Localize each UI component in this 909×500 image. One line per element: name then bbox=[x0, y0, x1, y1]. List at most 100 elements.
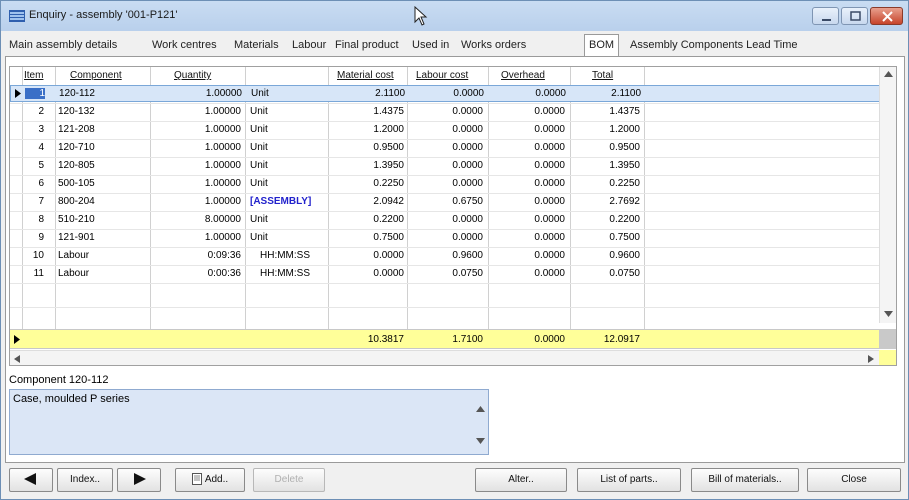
cell-unit[interactable]: Unit bbox=[250, 214, 268, 225]
cell-total[interactable]: 1.3950 bbox=[570, 160, 640, 171]
tab-bom[interactable]: BOM bbox=[584, 34, 620, 57]
cell-unit[interactable]: [ASSEMBLY] bbox=[250, 196, 311, 207]
cell-overhead[interactable]: 0.0000 bbox=[488, 178, 565, 189]
table-row[interactable]: 8 510-210 8.00000 Unit 0.2200 0.0000 0.0… bbox=[10, 212, 880, 229]
cell-overhead[interactable]: 0.0000 bbox=[488, 196, 565, 207]
tab-used-in[interactable]: Used in bbox=[408, 37, 453, 56]
table-row[interactable]: 5 120-805 1.00000 Unit 1.3950 0.0000 0.0… bbox=[10, 158, 880, 175]
cell-labour-cost[interactable]: 0.0750 bbox=[407, 268, 483, 279]
close-window-button[interactable] bbox=[870, 7, 903, 25]
next-button[interactable] bbox=[117, 468, 161, 492]
cell-material-cost[interactable]: 0.7500 bbox=[328, 232, 404, 243]
cell-item[interactable]: 11 bbox=[24, 268, 44, 279]
table-row[interactable]: 10 Labour 0:09:36 HH:MM:SS 0.0000 0.9600… bbox=[10, 248, 880, 265]
cell-material-cost[interactable]: 1.4375 bbox=[328, 106, 404, 117]
grid-horizontal-scrollbar[interactable] bbox=[10, 350, 880, 365]
cell-material-cost[interactable]: 0.2200 bbox=[328, 214, 404, 225]
cell-item[interactable]: 3 bbox=[24, 124, 44, 135]
table-row[interactable]: 6 500-105 1.00000 Unit 0.2250 0.0000 0.0… bbox=[10, 176, 880, 193]
scroll-up-icon[interactable] bbox=[884, 71, 893, 77]
cell-total[interactable]: 0.7500 bbox=[570, 232, 640, 243]
cell-material-cost[interactable]: 2.1100 bbox=[329, 88, 405, 99]
table-row[interactable]: 9 121-901 1.00000 Unit 0.7500 0.0000 0.0… bbox=[10, 230, 880, 247]
cell-component[interactable]: 800-204 bbox=[58, 196, 95, 207]
cell-component[interactable]: 120-710 bbox=[58, 142, 95, 153]
scroll-left-icon[interactable] bbox=[14, 355, 20, 363]
cell-material-cost[interactable]: 0.9500 bbox=[328, 142, 404, 153]
cell-quantity[interactable]: 1.00000 bbox=[150, 160, 241, 171]
cell-total[interactable]: 0.9600 bbox=[570, 250, 640, 261]
cell-quantity[interactable]: 1.00000 bbox=[150, 232, 241, 243]
cell-component[interactable]: 120-805 bbox=[58, 160, 95, 171]
cell-quantity[interactable]: 1.00000 bbox=[150, 178, 241, 189]
add-button[interactable]: Add.. bbox=[175, 468, 245, 492]
cell-quantity[interactable]: 1.00000 bbox=[150, 124, 241, 135]
cell-overhead[interactable]: 0.0000 bbox=[488, 268, 565, 279]
cell-labour-cost[interactable]: 0.9600 bbox=[407, 250, 483, 261]
cell-material-cost[interactable]: 1.2000 bbox=[328, 124, 404, 135]
cell-labour-cost[interactable]: 0.6750 bbox=[407, 196, 483, 207]
cell-unit[interactable]: Unit bbox=[250, 124, 268, 135]
cell-item[interactable]: 4 bbox=[24, 142, 44, 153]
bill-of-materials-button[interactable]: Bill of materials.. bbox=[691, 468, 799, 492]
cell-overhead[interactable]: 0.0000 bbox=[488, 232, 565, 243]
cell-overhead[interactable]: 0.0000 bbox=[489, 88, 566, 99]
scroll-down-icon[interactable] bbox=[884, 311, 893, 317]
cell-overhead[interactable]: 0.0000 bbox=[488, 142, 565, 153]
cell-item[interactable]: 5 bbox=[24, 160, 44, 171]
cell-total[interactable]: 1.4375 bbox=[570, 106, 640, 117]
cell-overhead[interactable]: 0.0000 bbox=[488, 160, 565, 171]
list-of-parts-button[interactable]: List of parts.. bbox=[577, 468, 681, 492]
cell-item[interactable]: 7 bbox=[24, 196, 44, 207]
cell-material-cost[interactable]: 0.2250 bbox=[328, 178, 404, 189]
column-header-total[interactable]: Total bbox=[592, 70, 613, 81]
table-row[interactable]: 4 120-710 1.00000 Unit 0.9500 0.0000 0.0… bbox=[10, 140, 880, 157]
cell-quantity[interactable]: 1.00000 bbox=[151, 88, 242, 99]
cell-component[interactable]: 121-208 bbox=[58, 124, 95, 135]
scroll-down-icon[interactable] bbox=[476, 438, 485, 444]
cell-material-cost[interactable]: 2.0942 bbox=[328, 196, 404, 207]
component-description-box[interactable]: Case, moulded P series bbox=[9, 389, 489, 455]
cell-labour-cost[interactable]: 0.0000 bbox=[407, 142, 483, 153]
table-row[interactable]: 7 800-204 1.00000 [ASSEMBLY] 2.0942 0.67… bbox=[10, 194, 880, 211]
tab-final-product[interactable]: Final product bbox=[331, 37, 403, 56]
cell-labour-cost[interactable]: 0.0000 bbox=[407, 124, 483, 135]
cell-overhead[interactable]: 0.0000 bbox=[488, 106, 565, 117]
cell-overhead[interactable]: 0.0000 bbox=[488, 124, 565, 135]
column-header-material-cost[interactable]: Material cost bbox=[337, 70, 394, 81]
cell-total[interactable]: 2.1100 bbox=[571, 88, 641, 99]
close-button[interactable]: Close bbox=[807, 468, 901, 492]
table-row[interactable]: 1 120-112 1.00000 Unit 2.1100 0.0000 0.0… bbox=[10, 85, 880, 102]
cell-overhead[interactable]: 0.0000 bbox=[488, 214, 565, 225]
cell-total[interactable]: 0.0750 bbox=[570, 268, 640, 279]
grid-vertical-scrollbar[interactable] bbox=[879, 67, 896, 323]
cell-total[interactable]: 1.2000 bbox=[570, 124, 640, 135]
cell-quantity[interactable]: 1.00000 bbox=[150, 142, 241, 153]
tab-materials[interactable]: Materials bbox=[230, 37, 283, 56]
cell-unit[interactable]: Unit bbox=[250, 178, 268, 189]
bom-grid[interactable]: Item Component Quantity Material cost La… bbox=[9, 66, 897, 366]
cell-unit[interactable]: Unit bbox=[251, 88, 269, 99]
column-header-item[interactable]: Item bbox=[24, 70, 43, 81]
cell-labour-cost[interactable]: 0.0000 bbox=[407, 106, 483, 117]
cell-unit[interactable]: HH:MM:SS bbox=[260, 250, 310, 261]
cell-item[interactable]: 6 bbox=[24, 178, 44, 189]
tab-main-assembly-details[interactable]: Main assembly details bbox=[5, 37, 121, 56]
cell-total[interactable]: 2.7692 bbox=[570, 196, 640, 207]
index-button[interactable]: Index.. bbox=[57, 468, 113, 492]
alter-button[interactable]: Alter.. bbox=[475, 468, 567, 492]
previous-button[interactable] bbox=[9, 468, 53, 492]
cell-unit[interactable]: Unit bbox=[250, 232, 268, 243]
cell-material-cost[interactable]: 0.0000 bbox=[328, 268, 404, 279]
cell-unit[interactable]: Unit bbox=[250, 106, 268, 117]
tab-labour[interactable]: Labour bbox=[288, 37, 330, 56]
cell-labour-cost[interactable]: 0.0000 bbox=[407, 214, 483, 225]
table-row[interactable]: 11 Labour 0:00:36 HH:MM:SS 0.0000 0.0750… bbox=[10, 266, 880, 283]
cell-overhead[interactable]: 0.0000 bbox=[488, 250, 565, 261]
cell-labour-cost[interactable]: 0.0000 bbox=[408, 88, 484, 99]
column-header-overhead[interactable]: Overhead bbox=[501, 70, 545, 81]
cell-material-cost[interactable]: 1.3950 bbox=[328, 160, 404, 171]
column-header-component[interactable]: Component bbox=[70, 70, 122, 81]
scroll-up-icon[interactable] bbox=[476, 406, 485, 412]
cell-total[interactable]: 0.2200 bbox=[570, 214, 640, 225]
